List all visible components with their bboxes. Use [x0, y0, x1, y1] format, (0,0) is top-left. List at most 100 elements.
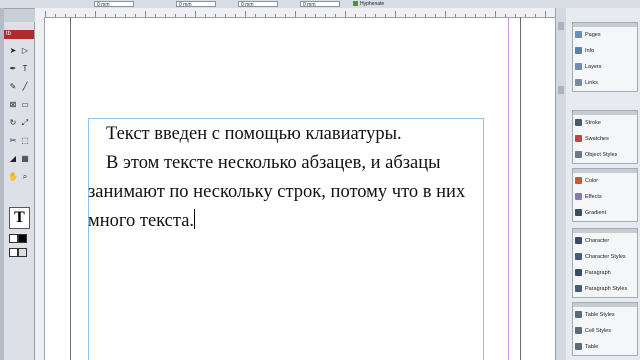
page-left-edge	[70, 17, 71, 360]
panel-item-table-styles[interactable]: Table Styles	[573, 307, 637, 323]
panel-item-label: Info	[585, 48, 595, 54]
panel-item-swatches[interactable]: Swatches	[573, 131, 637, 147]
panel-item-label: Color	[585, 178, 599, 184]
ruler-tick	[395, 11, 396, 17]
gradient-tool-icon[interactable]: ▦	[19, 154, 31, 164]
ruler-tick	[375, 14, 376, 17]
rectangle-tool-icon[interactable]: ▭	[19, 100, 31, 110]
ruler-tick	[515, 14, 516, 17]
panel-item-label: Stroke	[585, 120, 601, 126]
panel-dock: Pages Info Layers Links Stroke Swatches Object…	[566, 8, 640, 360]
formatting-text-icon[interactable]	[18, 248, 27, 257]
panel-item-label: Character Styles	[585, 254, 626, 260]
panel-item-links[interactable]: Links	[573, 75, 637, 91]
ruler-tick	[165, 14, 166, 17]
panel-item-table[interactable]: Table	[573, 339, 637, 355]
text-cursor	[194, 209, 196, 229]
ruler-tick	[535, 14, 536, 17]
ruler-tick	[465, 14, 466, 17]
panel-item-label: Swatches	[585, 136, 609, 142]
vertical-ruler[interactable]	[35, 17, 45, 360]
paragraph[interactable]: В этом тексте несколько абзацев, и абзац…	[88, 149, 488, 236]
ruler-tick	[205, 14, 206, 17]
ruler-tick	[505, 14, 506, 17]
panel-item-label: Paragraph Styles	[585, 286, 628, 292]
ruler-tick	[425, 14, 426, 17]
layers-icon	[575, 63, 582, 70]
panel-item-paragraph[interactable]: Paragraph	[573, 265, 637, 281]
ruler-tick	[455, 14, 456, 17]
margin-guide	[508, 17, 509, 360]
panel-item-character[interactable]: Character	[573, 233, 637, 249]
eyedropper-tool-icon[interactable]: ◢	[7, 154, 19, 164]
panel-item-effects[interactable]: Effects	[573, 189, 637, 205]
panel-group: Pages Info Layers Links	[572, 22, 638, 92]
scroll-up-arrow-icon[interactable]	[558, 22, 564, 30]
panel-item-paragraph-styles[interactable]: Paragraph Styles	[573, 281, 637, 297]
vertical-scrollbar[interactable]	[555, 8, 566, 360]
panel-item-color[interactable]: Color	[573, 173, 637, 189]
cell-styles-icon	[575, 327, 582, 334]
ruler-tick	[95, 11, 96, 17]
scroll-thumb[interactable]	[558, 86, 564, 94]
ruler-tick	[155, 14, 156, 17]
y-position-field[interactable]: 0 mm	[176, 1, 216, 8]
paragraph[interactable]: Текст введен с помощью клавиатуры.	[88, 120, 488, 149]
ruler-tick	[45, 11, 46, 17]
panel-item-label: Table	[585, 344, 599, 350]
table-styles-icon	[575, 311, 582, 318]
horizontal-ruler[interactable]	[35, 8, 556, 18]
stroke-icon	[575, 119, 582, 126]
ruler-tick	[435, 14, 436, 17]
ruler-tick	[405, 14, 406, 17]
type-tool-active-icon[interactable]: T	[9, 207, 30, 229]
x-position-field[interactable]: 0 mm	[94, 1, 134, 8]
ruler-tick	[235, 14, 236, 17]
frame-tool-icon[interactable]: ⊠	[7, 100, 19, 110]
panel-group: Stroke Swatches Object Styles	[572, 110, 638, 164]
panel-item-layers[interactable]: Layers	[573, 59, 637, 75]
hand-tool-icon[interactable]: ✋	[7, 172, 19, 182]
panel-item-character-styles[interactable]: Character Styles	[573, 249, 637, 265]
panel-item-pages[interactable]: Pages	[573, 27, 637, 43]
pencil-tool-icon[interactable]: ✎	[7, 82, 19, 92]
panel-item-object-styles[interactable]: Object Styles	[573, 147, 637, 163]
panel-item-info[interactable]: Info	[573, 43, 637, 59]
table-icon	[575, 343, 582, 350]
hyphenate-checkbox[interactable]: Hyphenate	[353, 1, 384, 7]
line-tool-icon[interactable]: ╱	[19, 82, 31, 92]
selection-tool-icon[interactable]: ➤	[7, 46, 19, 56]
tools-panel-header[interactable]: tb	[4, 30, 34, 39]
ruler-tick	[255, 14, 256, 17]
ruler-tick	[265, 14, 266, 17]
type-tool-icon[interactable]: T	[19, 64, 31, 74]
scissors-tool-icon[interactable]: ✂	[7, 136, 19, 146]
height-field[interactable]: 0 mm	[300, 1, 340, 8]
panel-item-label: Gradient	[585, 210, 607, 216]
ruler-tick	[65, 14, 66, 17]
panel-item-cell-styles[interactable]: Cell Styles	[573, 323, 637, 339]
ruler-tick	[125, 14, 126, 17]
ruler-tick	[445, 11, 446, 17]
panel-item-stroke[interactable]: Stroke	[573, 115, 637, 131]
formatting-container-icon[interactable]	[9, 248, 18, 257]
width-field[interactable]: 0 mm	[238, 1, 278, 8]
ruler-tick	[185, 14, 186, 17]
panel-item-label: Cell Styles	[585, 328, 611, 334]
text-story[interactable]: Текст введен с помощью клавиатуры. В это…	[88, 120, 488, 236]
pen-tool-icon[interactable]: ✒	[7, 64, 19, 74]
tools-panel: tb ➤ ▷ ✒ T ✎ ╱ ⊠ ▭ ↻ ⤢ ✂ ⬚ ◢ ▦ ✋ ⌕ T	[4, 22, 35, 360]
stroke-swatch[interactable]	[18, 234, 27, 243]
page-right-edge	[520, 17, 521, 360]
zoom-tool-icon[interactable]: ⌕	[19, 172, 31, 182]
character-styles-icon	[575, 253, 582, 260]
ruler-tick	[105, 14, 106, 17]
panel-item-label: Pages	[585, 32, 601, 38]
fill-swatch[interactable]	[9, 234, 18, 243]
panel-item-gradient[interactable]: Gradient	[573, 205, 637, 221]
free-transform-tool-icon[interactable]: ⬚	[19, 136, 31, 146]
direct-selection-tool-icon[interactable]: ▷	[19, 46, 31, 56]
scale-tool-icon[interactable]: ⤢	[19, 118, 31, 128]
rotate-tool-icon[interactable]: ↻	[7, 118, 19, 128]
ruler-tick	[195, 11, 196, 17]
